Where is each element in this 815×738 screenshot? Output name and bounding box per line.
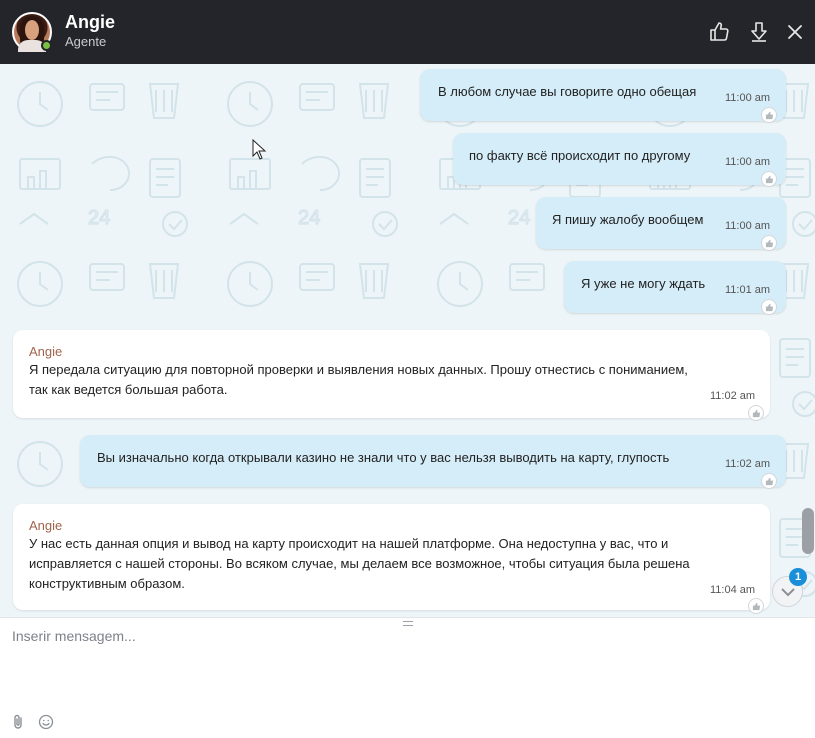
- thumbs-up-icon: [765, 303, 774, 312]
- thumbs-up-icon: [765, 111, 774, 120]
- outgoing-message: Вы изначально когда открывали казино не …: [80, 435, 786, 487]
- chevron-down-icon: [781, 588, 795, 597]
- outgoing-message: по факту всё происходит по другому 11:00…: [453, 133, 786, 185]
- message-text: В любом случае вы говорите одно обещая: [438, 84, 697, 99]
- message-text: Вы изначально когда открывали казино не …: [97, 450, 670, 465]
- thumbs-up-icon: [765, 175, 774, 184]
- avatar-face: [25, 20, 39, 40]
- emoji-picker-button[interactable]: [38, 714, 54, 730]
- outgoing-message: В любом случае вы говорите одно обещая 1…: [420, 69, 786, 121]
- like-message-button[interactable]: [761, 107, 777, 123]
- thumbs-up-icon: [710, 22, 729, 41]
- like-message-button[interactable]: [748, 598, 764, 614]
- download-transcript-button[interactable]: [747, 20, 771, 44]
- message-text: по факту всё происходит по другому: [469, 148, 691, 163]
- message-time: 11:02 am: [710, 390, 756, 402]
- like-message-button[interactable]: [761, 171, 777, 187]
- message-time: 11:00 am: [725, 92, 771, 104]
- agent-name: Angie: [65, 12, 116, 32]
- scrollbar-thumb[interactable]: [802, 508, 814, 554]
- message-input[interactable]: [12, 628, 802, 708]
- message-time: 11:00 am: [725, 220, 771, 232]
- paperclip-icon: [14, 714, 22, 729]
- resize-handle[interactable]: [403, 621, 413, 626]
- incoming-message: Angie Я передала ситуацию для повторной …: [13, 330, 770, 418]
- message-text-line: так как ведется большая работа.: [29, 382, 228, 397]
- like-message-button[interactable]: [761, 473, 777, 489]
- message-text-line: исправляется с нашей стороны. Во всяком …: [29, 556, 690, 571]
- download-icon: [751, 22, 767, 42]
- thumbs-up-icon: [752, 409, 761, 418]
- outgoing-message: Я уже не могу ждать 11:01 am: [564, 261, 786, 313]
- message-composer: [0, 617, 815, 738]
- agent-role: Agente: [65, 34, 107, 49]
- sender-name: Angie: [29, 344, 63, 359]
- unread-count-badge: 1: [789, 568, 807, 586]
- rate-positive-button[interactable]: [707, 20, 731, 44]
- message-text-line: конструктивным образом.: [29, 576, 185, 591]
- like-message-button[interactable]: [761, 299, 777, 315]
- message-list[interactable]: 24 В любом случае вы говорите одно обеща…: [0, 64, 815, 617]
- close-icon: [788, 25, 802, 39]
- message-time: 11:04 am: [710, 584, 756, 596]
- close-chat-button[interactable]: [783, 20, 807, 44]
- message-time: 11:00 am: [725, 156, 771, 168]
- message-time: 11:02 am: [725, 458, 771, 470]
- online-status-indicator: [41, 40, 52, 51]
- message-time: 11:01 am: [725, 284, 771, 296]
- attach-file-button[interactable]: [11, 714, 27, 730]
- like-message-button[interactable]: [748, 405, 764, 421]
- outgoing-message: Я пишу жалобу вообщем 11:00 am: [536, 197, 786, 249]
- sender-name: Angie: [29, 518, 63, 533]
- message-text: Я пишу жалобу вообщем: [552, 212, 704, 227]
- message-text: Я уже не могу ждать: [581, 276, 706, 291]
- message-text-line: Я передала ситуацию для повторной провер…: [29, 362, 688, 377]
- smiley-icon: [38, 714, 54, 730]
- message-text-line: У нас есть данная опция и вывод на карту…: [29, 536, 669, 551]
- thumbs-up-icon: [765, 477, 774, 486]
- thumbs-up-icon: [765, 239, 774, 248]
- chat-header: Angie Agente: [0, 0, 815, 64]
- thumbs-up-icon: [752, 602, 761, 611]
- incoming-message: Angie У нас есть данная опция и вывод на…: [13, 504, 770, 610]
- like-message-button[interactable]: [761, 235, 777, 251]
